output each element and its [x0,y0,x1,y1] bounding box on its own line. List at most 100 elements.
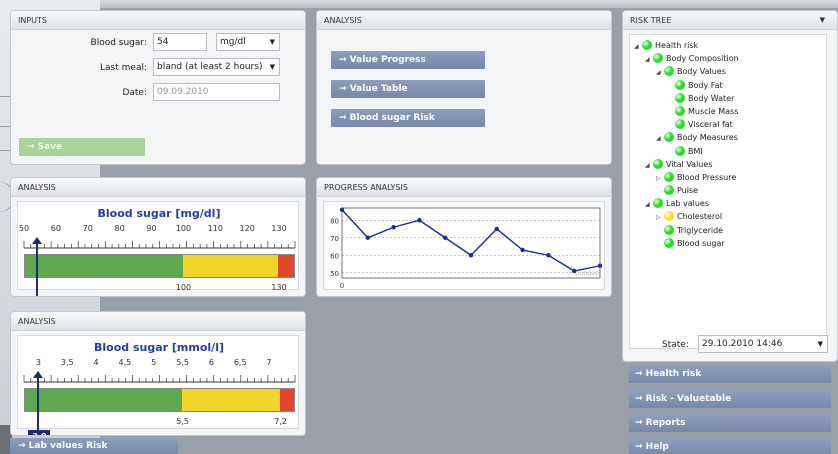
tree-node[interactable]: ◢ Body Composition [634,52,739,65]
health-risk-button[interactable]: → Health risk [629,365,831,383]
value-progress-button[interactable]: → Value Progress [331,51,485,69]
data-point[interactable] [468,253,474,258]
gauge-axis [23,241,296,249]
expand-icon[interactable]: ▷ [656,172,664,185]
tick-label: 6,5 [233,358,247,367]
y-tick-label: 50 [330,270,339,278]
tick-label: 5,5 [176,358,189,367]
unit-select-value: mg/dl [220,37,246,47]
status-dot-icon [675,92,685,103]
gauge-mg-panel: ANALYSIS Blood sugar [mg/dl] 50 60 70 80 90 10… [10,177,306,297]
collapse-icon[interactable]: ◢ [645,53,653,66]
collapse-icon[interactable]: ◢ [656,132,664,145]
tree-node[interactable]: ▷ Cholesterol [634,210,739,223]
gauge-value-box: 3,0 [28,430,51,435]
help-button[interactable]: → Help [629,438,831,454]
analysis-actions-panel: ANALYSIS → Value Progress → Value Table … [316,10,612,165]
progress-chart: 80 70 60 500 Dundas [330,207,603,290]
band-label: 7,2 [274,417,287,426]
reports-button[interactable]: → Reports [629,414,831,432]
marker-arrow-icon [31,237,42,244]
tree-node[interactable]: Body Water [634,92,739,105]
y-tick-label: 80 [330,217,339,225]
band-label: 130 [271,283,287,292]
gauge-band-segment [279,389,294,411]
tick-label: 90 [146,224,157,233]
last-meal-select-value: bland (at least 2 hours) [157,62,263,72]
tick-label: 5 [151,358,157,367]
tree-node[interactable]: Triglyceride [634,224,739,237]
tree-node[interactable]: ▷ Blood Pressure [634,171,739,184]
data-point[interactable] [417,218,422,223]
data-point[interactable] [597,263,603,268]
tree-node[interactable]: ◢ Vital Values [634,158,739,171]
status-dot-icon [642,40,652,50]
lab-values-risk-button[interactable]: → Lab values Risk [10,438,178,454]
gauge-mg: Blood sugar [mg/dl] 50 60 70 80 90 100 110 120 13… [18,202,300,296]
date-input[interactable]: 09.09.2010 [153,83,280,101]
collapse-icon[interactable]: ◢ [656,66,664,79]
status-dot-icon [653,198,663,209]
tree-node[interactable]: ◢ Body Measures [634,131,739,144]
tree-node[interactable]: ◢ Health risk [634,39,739,52]
tick-label: 4,5 [118,358,132,367]
blood-sugar-label: Blood sugar: [90,38,147,48]
data-point[interactable] [520,247,525,253]
data-point[interactable] [443,235,448,240]
value-table-button[interactable]: → Value Table [331,80,485,98]
tick-label: 130 [271,224,287,233]
tree-node[interactable]: Muscle Mass [634,105,739,118]
blood-sugar-input[interactable]: 54 [153,33,207,51]
tree-node[interactable]: BMI [634,145,739,158]
status-dot-icon [664,171,674,182]
gauge-value-box: 54 [27,296,49,297]
tick-label: 70 [82,224,93,233]
save-button[interactable]: → Save [19,138,145,156]
gauge-marker [37,374,40,430]
risk-valuetable-button[interactable]: → Risk - Valuetable [629,390,831,408]
tree-node[interactable]: Body Fat [634,79,739,92]
last-meal-select[interactable]: bland (at least 2 hours) ▼ [153,58,280,76]
chevron-down-icon: ▼ [269,38,275,46]
tree-node-label: Blood sugar [677,238,725,248]
data-point[interactable] [339,207,345,212]
tree-node[interactable]: ◢ Lab values [634,197,739,210]
plot-frame [341,207,601,279]
tree-node-label: Body Values [677,67,726,77]
blood-sugar-risk-button[interactable]: → Blood sugar Risk [331,109,485,127]
tree-node[interactable]: Visceral fat [634,118,739,131]
top-strip [100,0,838,8]
gauge-band-bar [24,254,295,278]
tree-node[interactable]: Blood sugar [634,237,739,250]
data-point[interactable] [494,226,499,232]
expand-icon[interactable]: ▷ [656,211,664,224]
state-select[interactable]: 29.10.2010 14:46 ▼ [698,335,828,353]
tick-label: 4 [93,358,99,367]
tree-node-label: Health risk [655,41,699,50]
status-dot-icon [664,224,674,235]
tree-node-label: Muscle Mass [688,106,739,116]
panel-header: ANALYSIS [11,312,305,331]
data-point[interactable] [391,225,396,230]
tree-node[interactable]: ◢ Body Values [634,65,739,78]
tree-node-label: Body Water [688,93,735,103]
tree-node[interactable]: Pulse [634,184,739,197]
marker-arrow-icon [33,371,44,378]
unit-select[interactable]: mg/dl ▼ [216,33,280,51]
tick-label: 120 [239,224,255,233]
panel-header: RISK TREE ▼ [623,11,837,30]
data-point[interactable] [546,253,551,258]
data-point[interactable] [365,235,370,240]
x-tick-label: 0 [340,282,344,290]
tree-node-label: Pulse [677,186,699,196]
tick-label: 60 [50,224,61,233]
tree-node-label: Visceral fat [688,120,733,130]
chevron-down-icon[interactable]: ▼ [820,11,825,30]
data-point[interactable] [572,268,577,274]
y-tick-label: 60 [330,252,339,260]
y-tick-label: 70 [330,235,339,243]
tick-label: 7 [266,358,272,367]
collapse-icon[interactable]: ◢ [634,40,642,53]
collapse-icon[interactable]: ◢ [645,159,653,172]
collapse-icon[interactable]: ◢ [645,198,653,211]
